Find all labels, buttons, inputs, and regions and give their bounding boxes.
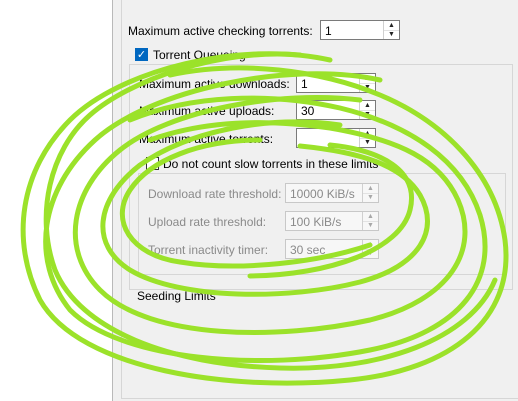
spin-down-icon[interactable]: ▼ [363,193,378,202]
slow-torrents-label: Do not count slow torrents in these limi… [163,157,379,171]
spin-arrows[interactable]: ▲ ▼ [359,101,375,119]
spin-down-icon[interactable]: ▼ [360,110,375,119]
max-downloads-spinbox[interactable]: 1 ▲ ▼ [296,73,376,93]
download-threshold-label: Download rate threshold: [148,187,282,201]
spin-arrows[interactable]: ▲ ▼ [362,240,378,258]
spin-arrows[interactable]: ▲ ▼ [362,212,378,230]
seeding-limits-label: Seeding Limits [137,289,216,303]
spin-down-icon[interactable]: ▼ [363,221,378,230]
settings-content: Maximum active checking torrents: 1 ▲ ▼ … [113,0,518,401]
spin-arrows[interactable]: ▲ ▼ [362,184,378,202]
inactivity-timer-label: Torrent inactivity timer: [148,243,269,257]
left-pane [0,0,112,401]
spin-arrows[interactable]: ▲ ▼ [383,21,399,39]
max-uploads-spinbox[interactable]: 30 ▲ ▼ [296,100,376,120]
torrent-queueing-checkbox[interactable]: ✓ [135,48,148,61]
torrent-queueing-label: Torrent Queueing [153,48,246,62]
max-checking-value: 1 [325,24,332,38]
max-uploads-value: 30 [301,104,315,118]
upload-threshold-spinbox[interactable]: 100 KiB/s ▲ ▼ [285,211,379,231]
max-torrents-spinbox[interactable]: ▲ ▼ [296,128,376,148]
max-checking-spinbox[interactable]: 1 ▲ ▼ [320,20,400,40]
inactivity-timer-spinbox[interactable]: 30 sec ▲ ▼ [285,239,379,259]
spin-down-icon[interactable]: ▼ [360,138,375,147]
spin-down-icon[interactable]: ▼ [384,30,399,39]
max-torrents-label: Maximum active torrents: [139,132,274,146]
spin-down-icon[interactable]: ▼ [363,249,378,258]
max-downloads-label: Maximum active downloads: [139,77,290,91]
spin-arrows[interactable]: ▲ ▼ [359,129,375,147]
upload-threshold-label: Upload rate threshold: [148,215,267,229]
upload-threshold-value: 100 KiB/s [290,215,342,229]
slow-torrents-checkbox[interactable] [146,157,159,170]
spin-down-icon[interactable]: ▼ [360,83,375,92]
spin-arrows[interactable]: ▲ ▼ [359,74,375,92]
inactivity-timer-value: 30 sec [290,243,326,257]
max-uploads-label: Maximum active uploads: [139,104,275,118]
max-checking-label: Maximum active checking torrents: [128,24,313,38]
download-threshold-value: 10000 KiB/s [290,187,355,201]
max-downloads-value: 1 [301,77,308,91]
download-threshold-spinbox[interactable]: 10000 KiB/s ▲ ▼ [285,183,379,203]
